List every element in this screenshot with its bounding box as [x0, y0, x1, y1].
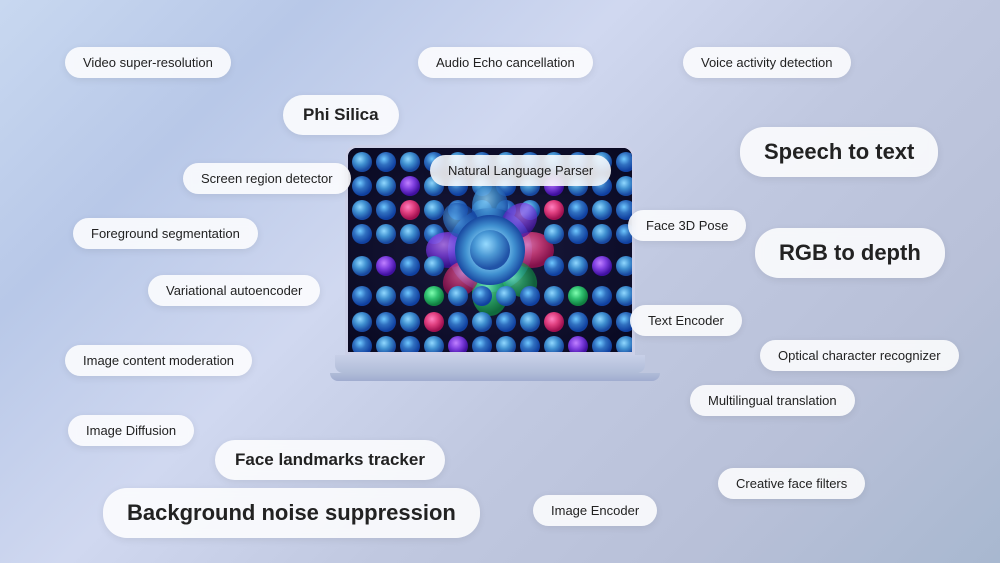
multilingual-translation-chip: Multilingual translation	[690, 385, 855, 416]
video-super-resolution-chip: Video super-resolution	[65, 47, 231, 78]
foreground-segmentation-chip: Foreground segmentation	[73, 218, 258, 249]
laptop-base	[335, 355, 645, 373]
rgb-to-depth-chip: RGB to depth	[755, 228, 945, 278]
optical-character-recognizer-chip: Optical character recognizer	[760, 340, 959, 371]
text-encoder-chip: Text Encoder	[630, 305, 742, 336]
audio-echo-cancellation-chip: Audio Echo cancellation	[418, 47, 593, 78]
image-encoder-chip: Image Encoder	[533, 495, 657, 526]
creative-face-filters-chip: Creative face filters	[718, 468, 865, 499]
background-noise-suppression-chip: Background noise suppression	[103, 488, 480, 538]
phi-silica-chip: Phi Silica	[283, 95, 399, 135]
natural-language-parser-chip: Natural Language Parser	[430, 155, 611, 186]
laptop-bottom	[330, 373, 660, 381]
image-content-moderation-chip: Image content moderation	[65, 345, 252, 376]
image-diffusion-chip: Image Diffusion	[68, 415, 194, 446]
face-3d-pose-chip: Face 3D Pose	[628, 210, 746, 241]
face-landmarks-tracker-chip: Face landmarks tracker	[215, 440, 445, 480]
screen-region-detector-chip: Screen region detector	[183, 163, 351, 194]
voice-activity-detection-chip: Voice activity detection	[683, 47, 851, 78]
speech-to-text-chip: Speech to text	[740, 127, 938, 177]
variational-autoencoder-chip: Variational autoencoder	[148, 275, 320, 306]
